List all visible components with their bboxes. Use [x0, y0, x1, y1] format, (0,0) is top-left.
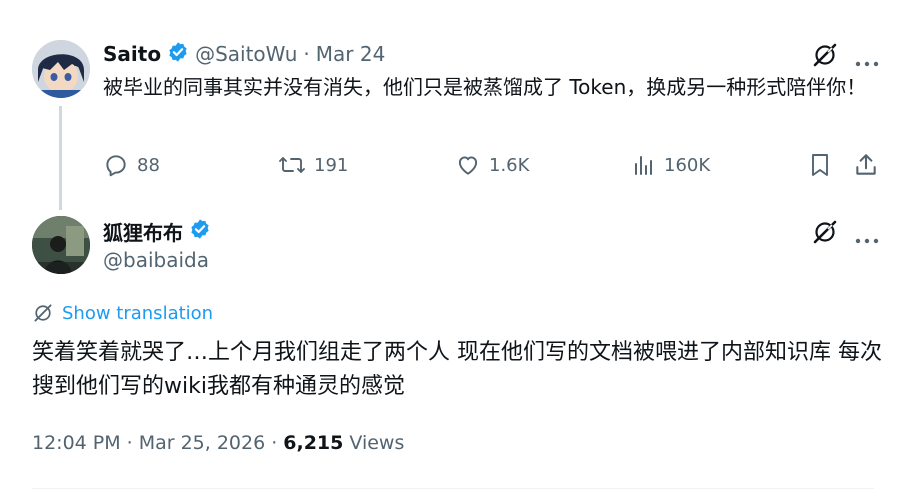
like-button[interactable]: 1.6K [455, 152, 529, 178]
grok-icon [34, 304, 52, 322]
bookmark-button[interactable] [808, 152, 832, 182]
divider [32, 488, 874, 489]
analytics-icon [635, 156, 652, 175]
tweet-time[interactable]: 12:04 PM [32, 432, 121, 454]
meta-separator: · [271, 432, 278, 454]
avatar-saito-image [32, 40, 90, 98]
verified-badge-icon [189, 218, 211, 244]
avatar-baibaida[interactable] [32, 216, 90, 274]
tweet-full-date[interactable]: Mar 25, 2026 [139, 432, 266, 454]
meta-separator: · [126, 432, 133, 454]
retweet-icon [279, 157, 305, 173]
avatar-saito[interactable] [32, 40, 90, 98]
retweet-count: 191 [314, 154, 349, 176]
views-button[interactable]: 160K [632, 152, 710, 178]
grok-icon[interactable] [812, 219, 838, 249]
views-total: 6,215 [283, 432, 344, 454]
tweet-meta: 12:04 PM · Mar 25, 2026 · 6,215 Views [32, 432, 404, 454]
verified-badge-icon [167, 41, 189, 67]
avatar-baibaida-image [32, 216, 90, 274]
share-icon [856, 154, 876, 175]
quoted-tweet-header: Saito @SaitoWu · Mar 24 [103, 40, 385, 68]
tweet-date[interactable]: Mar 24 [316, 42, 386, 66]
reply-count: 88 [137, 154, 160, 176]
quoted-tweet-text: 被毕业的同事其实并没有消失，他们只是被蒸馏成了 Token，换成另一种形式陪伴你… [103, 75, 867, 99]
show-translation-link[interactable]: Show translation [32, 302, 213, 324]
author-handle[interactable]: @baibaida [103, 248, 209, 272]
author-handle[interactable]: @SaitoWu [195, 42, 297, 66]
bookmark-icon [812, 154, 828, 176]
reply-icon [106, 155, 126, 177]
heart-icon [458, 156, 478, 175]
more-options-icon[interactable] [855, 229, 879, 248]
reply-button[interactable]: 88 [103, 152, 160, 178]
views-label: Views [349, 432, 405, 454]
author-name[interactable]: Saito [103, 42, 161, 66]
views-count: 160K [664, 154, 711, 176]
like-count: 1.6K [489, 154, 530, 176]
header-separator: · [303, 42, 310, 66]
grok-icon[interactable] [812, 42, 838, 72]
more-options-icon[interactable] [855, 52, 879, 71]
share-button[interactable] [853, 152, 879, 182]
retweet-button[interactable]: 191 [278, 152, 348, 178]
show-translation-label[interactable]: Show translation [62, 303, 213, 324]
thread-connector-line [59, 106, 62, 210]
reply-tweet-header: 狐狸布布 [103, 216, 211, 246]
reply-tweet-text: 笑着笑着就哭了…上个月我们组走了两个人 现在他们写的文档被喂进了内部知识库 每次… [32, 340, 882, 399]
author-name[interactable]: 狐狸布布 [103, 217, 183, 246]
